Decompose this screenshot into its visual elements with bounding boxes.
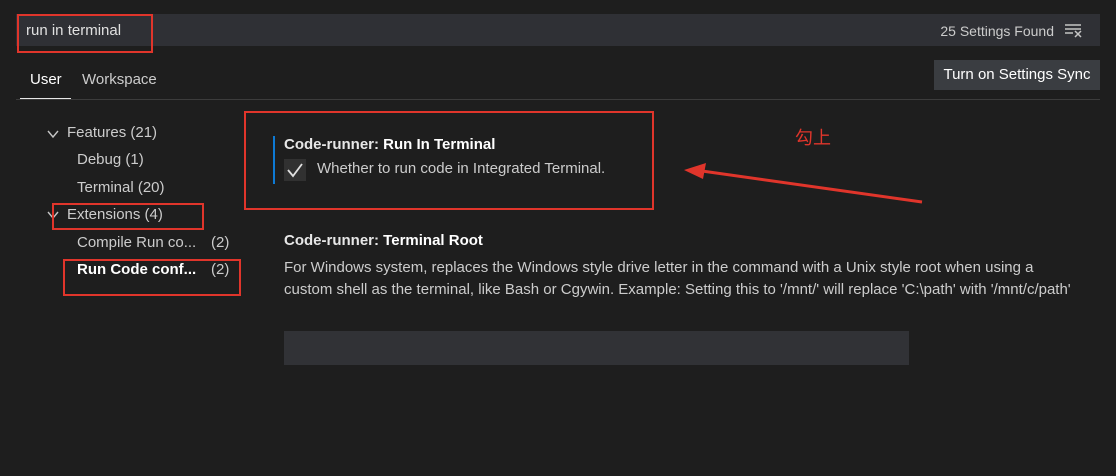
tab-user[interactable]: User [30, 71, 62, 88]
clear-filter-icon[interactable] [1063, 22, 1083, 38]
terminal-root-input[interactable] [284, 331, 909, 365]
tree-item-terminal[interactable]: Terminal (20) [77, 179, 165, 196]
tree-item-compile-run[interactable]: Compile Run co... [77, 234, 196, 251]
tree-item-count: (2) [211, 234, 230, 251]
chevron-down-icon[interactable] [47, 128, 59, 140]
setting-prefix: Code-runner: [284, 232, 384, 249]
search-bar [16, 14, 1100, 46]
tree-item-debug[interactable]: Debug (1) [77, 151, 144, 168]
setting-description: For Windows system, replaces the Windows… [284, 259, 1071, 298]
results-count: 25 Settings Found [940, 23, 1054, 39]
annotation-box-run-code [63, 259, 241, 296]
tab-workspace[interactable]: Workspace [82, 71, 157, 88]
annotation-box-search [17, 14, 153, 53]
annotation-box-setting [244, 111, 654, 210]
setting-title-terminal-root: Code-runner: Terminal Root [284, 232, 483, 249]
tabs-divider [16, 99, 1100, 100]
annotation-text: 勾上 [795, 128, 831, 149]
setting-name: Terminal Root [383, 232, 483, 249]
annotation-box-extensions [52, 203, 204, 230]
tree-item-features[interactable]: Features (21) [67, 124, 157, 141]
annotation-arrow-icon [684, 163, 923, 204]
turn-on-settings-sync-button[interactable]: Turn on Settings Sync [934, 60, 1100, 90]
